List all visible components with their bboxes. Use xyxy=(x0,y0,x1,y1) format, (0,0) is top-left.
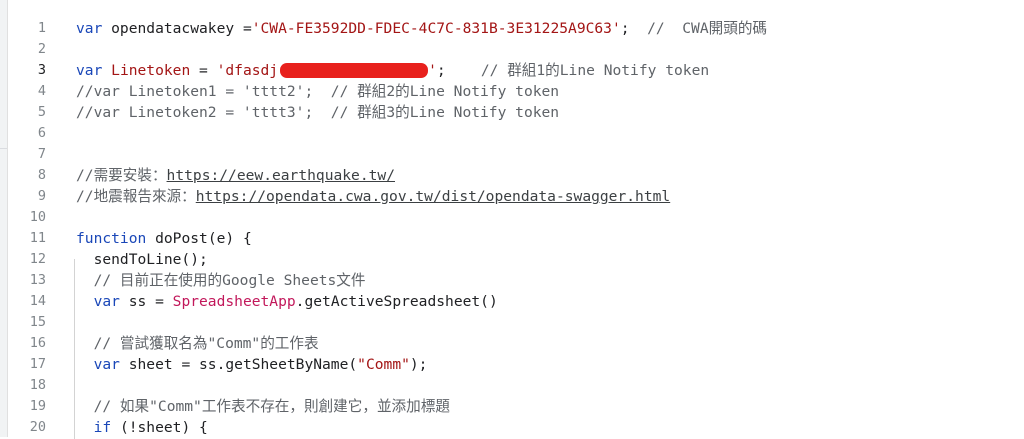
code-line[interactable]: 14 var ss = SpreadsheetApp.getActiveSpre… xyxy=(8,291,1024,312)
code-token: //var Linetoken2 = 'tttt3'; // 群組3的Line … xyxy=(76,104,560,121)
code-token: sheet = ss.getSheetByName( xyxy=(119,356,358,373)
code-token: var xyxy=(93,293,120,310)
code-line[interactable]: 18 xyxy=(8,375,1024,396)
code-token: if xyxy=(93,419,112,436)
code-line[interactable]: 1 var opendatacwakey ='CWA-FE3592DD-FDEC-… xyxy=(8,18,1024,39)
code-token: opendatacwakey = xyxy=(102,20,252,37)
line-number: 6 xyxy=(37,125,46,141)
code-token: // CWA開頭的碼 xyxy=(647,20,768,37)
code-text[interactable]: // 如果"Comm"工作表不存在，則創建它，並添加標題 xyxy=(76,396,450,417)
code-token: var xyxy=(76,20,103,37)
code-text[interactable]: // 目前正在使用的Google Sheets文件 xyxy=(76,270,366,291)
line-number: 16 xyxy=(29,335,46,351)
code-line[interactable]: 11 function doPost(e) { xyxy=(8,228,1024,249)
code-token: //需要安裝： xyxy=(76,167,167,184)
code-text[interactable]: //var Linetoken2 = 'tttt3'; // 群組3的Line … xyxy=(76,102,559,123)
code-token: Linetoken xyxy=(111,62,191,79)
code-token: sendToLine(); xyxy=(76,251,208,268)
code-line[interactable]: 13 // 目前正在使用的Google Sheets文件 xyxy=(8,270,1024,291)
code-token: function xyxy=(76,230,147,247)
code-line[interactable]: 12 sendToLine(); xyxy=(8,249,1024,270)
code-text[interactable]: var ss = SpreadsheetApp.getActiveSpreads… xyxy=(76,291,498,312)
line-number: 11 xyxy=(29,230,46,246)
code-token: 'CWA-FE3592DD-FDEC-4C7C-831B-3E31225A9C6… xyxy=(251,20,621,37)
code-text[interactable]: var opendatacwakey ='CWA-FE3592DD-FDEC-4… xyxy=(76,18,767,39)
code-line[interactable]: 16 // 嘗試獲取名為"Comm"的工作表 xyxy=(8,333,1024,354)
line-number: 1 xyxy=(37,20,46,36)
code-token: .getActiveSpreadsheet() xyxy=(295,293,498,310)
code-text[interactable]: //需要安裝：https://eew.earthquake.tw/ xyxy=(76,165,395,186)
code-line[interactable]: 4 //var Linetoken1 = 'tttt2'; // 群組2的Line… xyxy=(8,81,1024,102)
code-line[interactable]: 5 //var Linetoken2 = 'tttt3'; // 群組3的Line… xyxy=(8,102,1024,123)
code-token: SpreadsheetApp xyxy=(172,293,296,310)
code-line[interactable]: 10 xyxy=(8,207,1024,228)
code-text[interactable]: // 嘗試獲取名為"Comm"的工作表 xyxy=(76,333,319,354)
line-number: 15 xyxy=(29,314,46,330)
line-number: 18 xyxy=(29,377,46,393)
code-text[interactable]: function doPost(e) { xyxy=(76,228,252,249)
code-line[interactable]: 15 xyxy=(8,312,1024,333)
line-number: 5 xyxy=(37,104,46,120)
code-line[interactable]: 3 var Linetoken = 'dfasdj '; // 群組1的Line N… xyxy=(8,60,1024,81)
code-token: ss = xyxy=(119,293,173,310)
code-line[interactable]: 7 xyxy=(8,144,1024,165)
code-text[interactable]: var Linetoken = 'dfasdj '; // 群組1的Line No… xyxy=(76,60,709,81)
code-token: (e) { xyxy=(207,230,252,247)
code-editor[interactable]: 1 var opendatacwakey ='CWA-FE3592DD-FDEC-… xyxy=(8,18,1024,437)
code-line[interactable]: 8 //需要安裝：https://eew.earthquake.tw/ xyxy=(8,165,1024,186)
code-token: doPost xyxy=(155,230,208,247)
code-token: // 嘗試獲取名為"Comm"的工作表 xyxy=(76,335,319,352)
code-text[interactable]: if (!sheet) { xyxy=(76,417,208,437)
line-number: 3 xyxy=(37,62,46,78)
code-token: (!sheet) { xyxy=(111,419,208,436)
code-token: //地震報告來源： xyxy=(76,188,196,205)
code-text[interactable]: var sheet = ss.getSheetByName("Comm"); xyxy=(76,354,428,375)
code-token: = xyxy=(190,62,217,79)
code-token: // 如果"Comm"工作表不存在，則創建它，並添加標題 xyxy=(76,398,450,415)
code-link[interactable]: https://opendata.cwa.gov.tw/dist/opendat… xyxy=(196,188,670,205)
code-line[interactable]: 19 // 如果"Comm"工作表不存在，則創建它，並添加標題 xyxy=(8,396,1024,417)
line-number: 20 xyxy=(29,419,46,435)
code-token: var xyxy=(93,356,120,373)
code-text[interactable]: //地震報告來源：https://opendata.cwa.gov.tw/dis… xyxy=(76,186,670,207)
code-token: // 群組1的Line Notify token xyxy=(480,62,710,79)
line-number: 9 xyxy=(37,188,46,204)
line-number: 4 xyxy=(37,83,46,99)
line-number: 19 xyxy=(29,398,46,414)
code-line[interactable]: 17 var sheet = ss.getSheetByName("Comm")… xyxy=(8,354,1024,375)
code-token: "Comm" xyxy=(357,356,410,373)
code-line[interactable]: 9 //地震報告來源：https://opendata.cwa.gov.tw/di… xyxy=(8,186,1024,207)
side-panel-divider xyxy=(0,148,7,149)
line-number: 12 xyxy=(29,251,46,267)
code-token: // 目前正在使用的Google Sheets文件 xyxy=(76,272,366,289)
code-token: ; xyxy=(436,62,481,79)
code-text[interactable]: sendToLine(); xyxy=(76,249,208,270)
code-line[interactable]: 2 xyxy=(8,39,1024,60)
code-token: var xyxy=(76,62,103,79)
line-number: 13 xyxy=(29,272,46,288)
code-token: ); xyxy=(409,356,428,373)
side-panel-edge xyxy=(0,0,8,437)
line-number: 14 xyxy=(29,293,46,309)
code-token: //var Linetoken1 = 'tttt2'; // 群組2的Line … xyxy=(76,83,560,100)
line-number: 8 xyxy=(37,167,46,183)
code-text[interactable]: //var Linetoken1 = 'tttt2'; // 群組2的Line … xyxy=(76,81,559,102)
code-token: ; xyxy=(620,20,648,37)
line-number: 10 xyxy=(29,209,46,225)
code-token: 'dfasdj xyxy=(216,62,279,79)
line-number: 7 xyxy=(37,146,46,162)
line-number: 17 xyxy=(29,356,46,372)
code-line[interactable]: 20 if (!sheet) { xyxy=(8,417,1024,437)
line-number: 2 xyxy=(37,41,46,57)
code-token: ' xyxy=(428,62,437,79)
code-line[interactable]: 6 xyxy=(8,123,1024,144)
code-link[interactable]: https://eew.earthquake.tw/ xyxy=(167,167,395,184)
redaction-mark xyxy=(280,63,429,78)
